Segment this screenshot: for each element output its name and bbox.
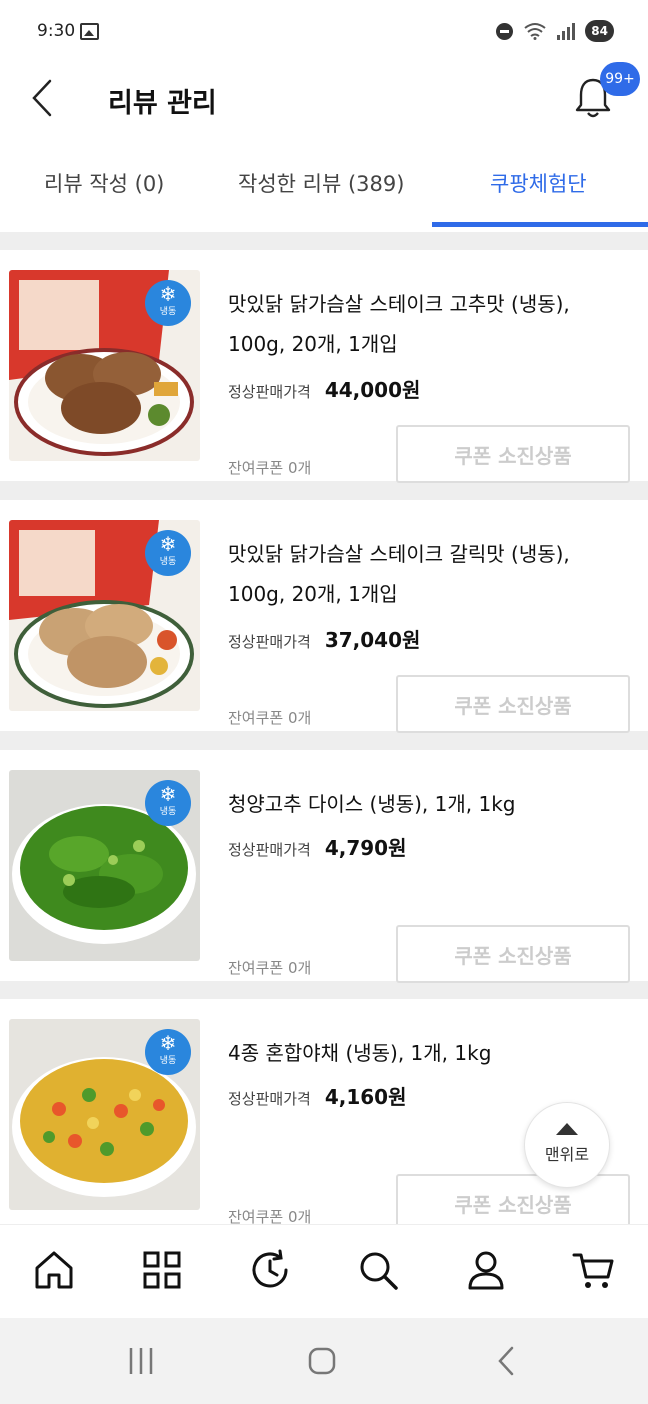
battery-indicator: 84 bbox=[585, 20, 614, 42]
status-bar: 9:30 84 bbox=[0, 0, 648, 64]
coupon-exhausted-button[interactable]: 쿠폰 소진상품 bbox=[396, 675, 630, 733]
back-arrow-icon[interactable] bbox=[28, 78, 58, 118]
frozen-badge: ❄ 냉동 bbox=[145, 1029, 191, 1075]
user-icon bbox=[468, 1251, 504, 1290]
price-label: 정상판매가격 bbox=[228, 1090, 311, 1108]
product-name[interactable]: 4종 혼합야채 (냉동), 1개, 1kg bbox=[228, 1033, 623, 1073]
tab-write-review[interactable]: 리뷰 작성 (0) bbox=[44, 168, 164, 198]
scroll-to-top-label: 맨위로 bbox=[544, 1145, 590, 1164]
frozen-badge: ❄ 냉동 bbox=[145, 530, 191, 576]
tab-written-reviews[interactable]: 작성한 리뷰 (389) bbox=[238, 168, 404, 198]
price-row: 정상판매가격 4,790원 bbox=[228, 832, 406, 861]
header: 리뷰 관리 99+ bbox=[0, 62, 648, 134]
price-value: 44,000원 bbox=[324, 378, 421, 402]
caret-up-icon bbox=[556, 1123, 578, 1135]
remaining-coupons: 잔여쿠폰 0개 bbox=[228, 1208, 312, 1224]
nav-history[interactable] bbox=[247, 1247, 293, 1293]
status-icons: 84 bbox=[496, 20, 614, 42]
nav-category[interactable] bbox=[139, 1247, 185, 1293]
price-value: 4,790원 bbox=[324, 836, 407, 860]
product-image: ❄ 냉동 bbox=[9, 520, 200, 711]
nav-home[interactable] bbox=[31, 1247, 77, 1293]
product-name[interactable]: 맛있닭 닭가슴살 스테이크 고추맛 (냉동), 100g, 20개, 1개입 bbox=[228, 284, 623, 364]
history-icon bbox=[252, 1249, 288, 1288]
remaining-coupons: 잔여쿠폰 0개 bbox=[228, 709, 312, 727]
frozen-badge: ❄ 냉동 bbox=[145, 280, 191, 326]
price-label: 정상판매가격 bbox=[228, 383, 311, 401]
search-icon bbox=[360, 1252, 398, 1290]
page-title: 리뷰 관리 bbox=[108, 88, 217, 119]
product-item[interactable]: ❄ 냉동 맛있닭 닭가슴살 스테이크 갈릭맛 (냉동), 100g, 20개, … bbox=[0, 500, 648, 733]
snowflake-icon: ❄ bbox=[159, 782, 177, 806]
product-name[interactable]: 청양고추 다이스 (냉동), 1개, 1kg bbox=[228, 784, 623, 824]
product-list[interactable]: ❄ 냉동 맛있닭 닭가슴살 스테이크 고추맛 (냉동), 100g, 20개, … bbox=[0, 232, 648, 1224]
price-value: 4,160원 bbox=[324, 1085, 407, 1109]
price-label: 정상판매가격 bbox=[228, 633, 311, 651]
status-time: 9:30 bbox=[37, 21, 76, 41]
recent-apps-icon[interactable] bbox=[126, 1346, 156, 1376]
nav-cart[interactable] bbox=[571, 1247, 617, 1293]
remaining-coupons: 잔여쿠폰 0개 bbox=[228, 959, 312, 977]
tab-coupang-experience[interactable]: 쿠팡체험단 bbox=[490, 168, 587, 198]
remaining-coupons: 잔여쿠폰 0개 bbox=[228, 459, 312, 477]
coupon-exhausted-button[interactable]: 쿠폰 소진상품 bbox=[396, 1174, 630, 1224]
home-button-icon[interactable] bbox=[307, 1346, 337, 1376]
nav-my-account[interactable] bbox=[463, 1247, 509, 1293]
category-icon bbox=[143, 1251, 181, 1289]
product-item[interactable]: ❄ 냉동 맛있닭 닭가슴살 스테이크 고추맛 (냉동), 100g, 20개, … bbox=[0, 250, 648, 483]
notification-badge: 99+ bbox=[600, 62, 640, 96]
product-item[interactable]: ❄ 냉동 청양고추 다이스 (냉동), 1개, 1kg 정상판매가격 4,790… bbox=[0, 750, 648, 983]
gallery-notification-icon bbox=[80, 23, 99, 40]
price-value: 37,040원 bbox=[324, 628, 421, 652]
coupon-exhausted-button[interactable]: 쿠폰 소진상품 bbox=[396, 925, 630, 983]
snowflake-icon: ❄ bbox=[159, 1031, 177, 1055]
cart-icon bbox=[572, 1253, 614, 1288]
price-row: 정상판매가격 44,000원 bbox=[228, 374, 420, 403]
product-name[interactable]: 맛있닭 닭가슴살 스테이크 갈릭맛 (냉동), 100g, 20개, 1개입 bbox=[228, 534, 623, 614]
wifi-icon bbox=[524, 23, 546, 40]
scroll-to-top-button[interactable]: 맨위로 bbox=[524, 1102, 610, 1188]
price-label: 정상판매가격 bbox=[228, 841, 311, 859]
tab-bar: 리뷰 작성 (0) 작성한 리뷰 (389) 쿠팡체험단 bbox=[0, 150, 648, 230]
active-tab-indicator bbox=[432, 222, 648, 227]
snowflake-icon: ❄ bbox=[159, 532, 177, 556]
frozen-badge: ❄ 냉동 bbox=[145, 780, 191, 826]
signal-icon bbox=[557, 22, 576, 40]
price-row: 정상판매가격 37,040원 bbox=[228, 624, 420, 653]
price-row: 정상판매가격 4,160원 bbox=[228, 1081, 406, 1110]
system-back-icon[interactable] bbox=[492, 1346, 522, 1376]
product-image: ❄ 냉동 bbox=[9, 270, 200, 461]
product-image: ❄ 냉동 bbox=[9, 770, 200, 961]
system-navigation-bar bbox=[0, 1318, 648, 1404]
coupon-exhausted-button[interactable]: 쿠폰 소진상품 bbox=[396, 425, 630, 483]
nav-search[interactable] bbox=[355, 1247, 401, 1293]
snowflake-icon: ❄ bbox=[159, 282, 177, 306]
do-not-disturb-icon bbox=[496, 22, 514, 40]
product-image: ❄ 냉동 bbox=[9, 1019, 200, 1210]
bottom-navigation bbox=[0, 1224, 648, 1318]
home-icon bbox=[35, 1251, 73, 1289]
